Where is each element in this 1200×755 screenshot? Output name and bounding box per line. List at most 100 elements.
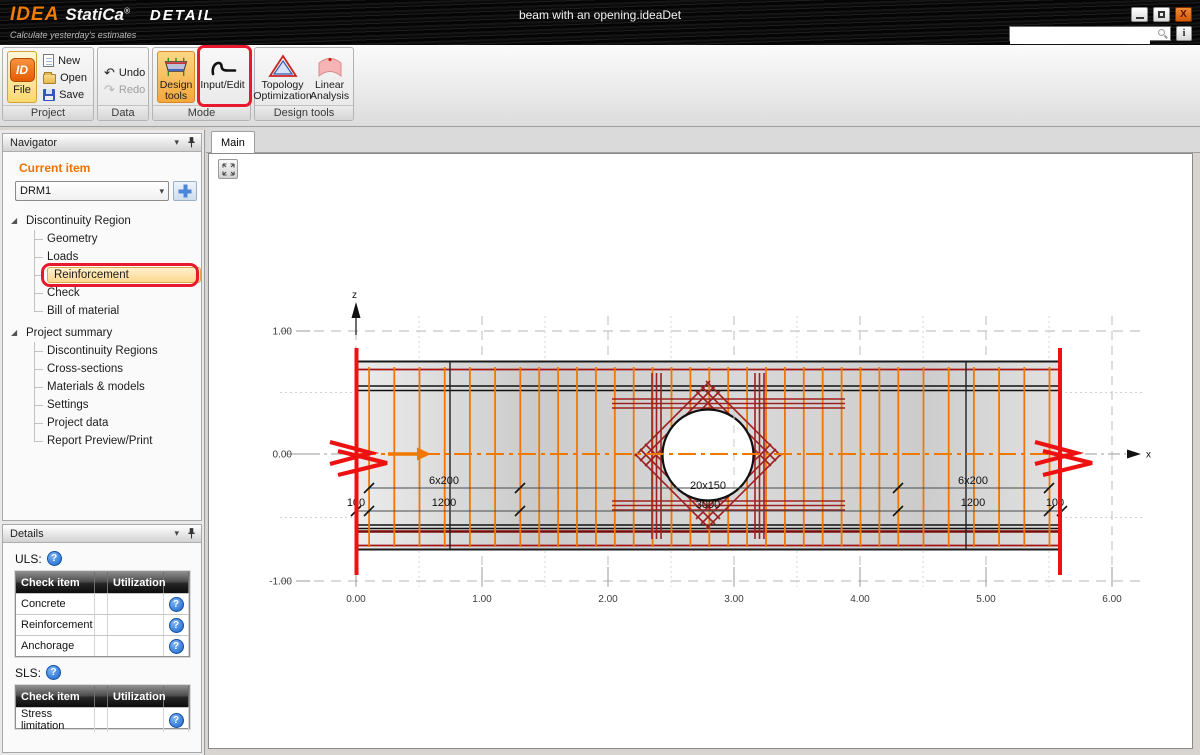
design-tools-label: Design tools (158, 80, 194, 102)
tree-item-cross-sections[interactable]: Cross-sections (46, 360, 201, 378)
column-check-item: Check item (16, 572, 95, 593)
row-help-icon[interactable]: ? (169, 639, 184, 654)
navigator-header: Navigator ▾ (3, 134, 201, 152)
column-blank (95, 686, 108, 707)
group-label-data: Data (98, 105, 148, 120)
expander-icon[interactable]: ◢ (11, 216, 20, 225)
search-box[interactable] (1009, 26, 1171, 41)
maximize-button[interactable] (1153, 7, 1170, 22)
design-tools-mode-button[interactable]: Design tools (157, 51, 195, 103)
save-label: Save (59, 89, 84, 101)
add-region-button[interactable] (173, 181, 197, 201)
info-button[interactable]: i (1176, 26, 1192, 41)
design-tools-icon (161, 54, 191, 79)
tree-node-project-summary[interactable]: ◢ Project summary (11, 323, 201, 342)
tree-item-label: Discontinuity Regions (47, 345, 158, 357)
panel-menu-caret-icon[interactable]: ▾ (174, 528, 179, 539)
tree-item-settings[interactable]: Settings (46, 396, 201, 414)
ribbon-group-project: ID File New Open Save Project (2, 47, 94, 121)
x-tick: 1.00 (472, 594, 492, 605)
linear-analysis-icon (315, 53, 345, 79)
check-item-name: Anchorage (16, 636, 95, 656)
tree-item-label: Geometry (47, 233, 98, 245)
sls-check-table: Check item Utilization Stress limitation… (15, 685, 190, 729)
search-icon[interactable] (1158, 29, 1168, 39)
maximize-icon (1158, 11, 1165, 18)
tree-item-reinforcement[interactable]: Reinforcement (46, 266, 201, 284)
check-item-name: Stress limitation (16, 708, 95, 732)
details-header: Details ▾ (3, 525, 201, 543)
pin-icon[interactable] (187, 527, 196, 540)
table-header-row: Check item Utilization (16, 686, 189, 707)
tree-item-label: Settings (47, 399, 89, 411)
pin-icon[interactable] (187, 136, 196, 149)
linear-analysis-label: Linear Analysis (310, 80, 349, 102)
current-item-combobox[interactable]: DRM1 ▾ (15, 181, 169, 201)
x-tick: 2.00 (598, 594, 618, 605)
beam-drawing: 6x200 20x150 6x200 100 1200 3000 1200 10… (209, 154, 1192, 748)
tree-node-discontinuity-region[interactable]: ◢ Discontinuity Region (11, 211, 201, 230)
tree-item-report-preview[interactable]: Report Preview/Print (46, 432, 201, 450)
document-title: beam with an opening.ideaDet (0, 8, 1200, 22)
linear-analysis-button[interactable]: Linear Analysis (310, 51, 349, 103)
group-label-project: Project (3, 105, 93, 120)
undo-button[interactable]: ↶ Undo (102, 66, 147, 80)
new-button[interactable]: New (41, 53, 89, 68)
topology-optimization-label: Topology Optimization (253, 80, 311, 102)
tree-item-discontinuity-regions[interactable]: Discontinuity Regions (46, 342, 201, 360)
zoom-extents-button[interactable] (218, 159, 238, 179)
save-button[interactable]: Save (41, 88, 89, 102)
navigator-title: Navigator (10, 137, 57, 149)
tree-item-label: Loads (47, 251, 78, 263)
x-tick: 4.00 (850, 594, 870, 605)
column-blank (164, 572, 189, 593)
open-button[interactable]: Open (41, 71, 89, 85)
tree-item-project-data[interactable]: Project data (46, 414, 201, 432)
undo-icon: ↶ (104, 68, 115, 78)
close-button[interactable]: X (1175, 7, 1192, 22)
search-input[interactable] (1010, 31, 1150, 44)
tree-item-label: Report Preview/Print (47, 435, 152, 447)
x-axis: x (1127, 450, 1151, 461)
row-help-icon[interactable]: ? (169, 597, 184, 612)
sls-help-icon[interactable]: ? (46, 665, 61, 680)
file-button[interactable]: ID File (7, 51, 37, 103)
column-blank (95, 572, 108, 593)
tree-item-materials-models[interactable]: Materials & models (46, 378, 201, 396)
x-tick: 0.00 (346, 594, 366, 605)
tree-item-geometry[interactable]: Geometry (46, 230, 201, 248)
tab-main[interactable]: Main (211, 131, 255, 153)
tree-item-label: Project data (47, 417, 108, 429)
table-row-concrete: Concrete ? (16, 593, 189, 614)
group-label-mode: Mode (153, 105, 250, 120)
dim-stirrups-left: 6x200 (429, 475, 459, 487)
table-row-reinforcement: Reinforcement ? (16, 614, 189, 635)
combobox-caret-icon: ▾ (159, 186, 164, 197)
dim-zone-left: 1200 (432, 497, 456, 509)
expander-icon[interactable]: ◢ (11, 328, 20, 337)
column-check-item: Check item (16, 686, 95, 707)
panel-menu-caret-icon[interactable]: ▾ (174, 137, 179, 148)
row-help-icon[interactable]: ? (169, 713, 184, 728)
open-label: Open (60, 72, 87, 84)
dim-zone-middle: 3000 (696, 499, 720, 511)
file-button-label: File (13, 84, 31, 96)
minimize-button[interactable] (1131, 7, 1148, 22)
check-item-name: Concrete (16, 594, 95, 614)
plus-icon (179, 185, 192, 198)
ribbon-group-data: ↶ Undo ↷ Redo Data (97, 47, 149, 121)
row-help-icon[interactable]: ? (169, 618, 184, 633)
redo-button[interactable]: ↷ Redo (102, 83, 147, 97)
sls-label: SLS: (15, 666, 41, 680)
check-item-name: Reinforcement (16, 615, 95, 635)
drawing-canvas[interactable]: 6x200 20x150 6x200 100 1200 3000 1200 10… (208, 153, 1193, 749)
y-tick: -1.00 (269, 577, 292, 588)
topology-optimization-button[interactable]: Topology Optimization (259, 51, 306, 103)
input-edit-button[interactable]: Input/Edit (199, 51, 246, 103)
tree-item-bill-of-material[interactable]: Bill of material (46, 302, 201, 320)
uls-help-icon[interactable]: ? (47, 551, 62, 566)
tree-item-loads[interactable]: Loads (46, 248, 201, 266)
column-blank (164, 686, 189, 707)
tree-item-check[interactable]: Check (46, 284, 201, 302)
x-axis-label: x (1146, 450, 1151, 461)
